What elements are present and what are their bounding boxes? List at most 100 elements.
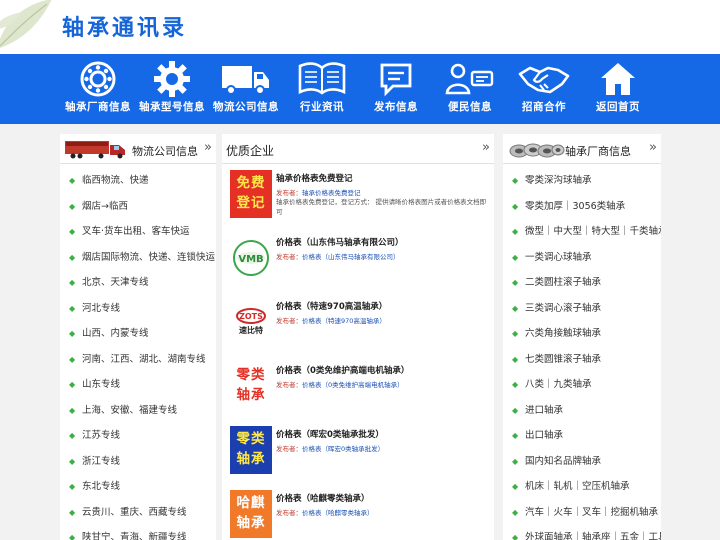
list-item[interactable]: ◆ 零类加厚｜3056类轴承 bbox=[503, 194, 661, 220]
entry-publisher: 发布者：价格表（哈麒零类轴承） bbox=[276, 507, 374, 517]
featured-list: 免费登记 轴承价格表免费登记 发布者：轴承价格表免费登记 轴承价格表免费登记，登记方式… bbox=[222, 164, 494, 540]
site-logo[interactable]: 轴承通讯录 bbox=[62, 10, 187, 42]
list-item[interactable]: ◆ 零类深沟球轴承 bbox=[503, 168, 661, 194]
list-item[interactable]: ◆ 江苏专线 bbox=[60, 423, 216, 449]
featured-entry[interactable]: 零类轴承 价格表（0类免维护高端电机轴承） 发布者：价格表（0类免维护高端电机轴承） bbox=[222, 362, 494, 426]
nav-item-bearing-models[interactable]: 轴承型号信息 bbox=[132, 54, 212, 124]
list-item[interactable]: ◆ 进口轴承 bbox=[503, 398, 661, 424]
publisher-name[interactable]: 价格表（特速970高温轴承） bbox=[302, 317, 386, 325]
site-header: 轴承通讯录 bbox=[0, 0, 720, 54]
list-item[interactable]: ◆ 烟店国际物流、快递、连锁快运 bbox=[60, 245, 216, 271]
bullet-icon: ◆ bbox=[69, 303, 76, 313]
list-item[interactable]: ◆ 国内知名品牌轴承 bbox=[503, 449, 661, 475]
bullet-icon: ◆ bbox=[69, 201, 76, 211]
entry-title[interactable]: 轴承价格表免费登记 bbox=[276, 172, 353, 184]
leaf-decoration-icon bbox=[0, 0, 52, 48]
entry-thumbnail[interactable]: 零类轴承 bbox=[230, 362, 272, 410]
list-item[interactable]: ◆ 七类圆锥滚子轴承 bbox=[503, 347, 661, 373]
nav-item-industry-news[interactable]: 行业资讯 bbox=[282, 54, 362, 124]
list-item[interactable]: ◆ 机床｜轧机｜空压机轴承 bbox=[503, 474, 661, 500]
more-link[interactable]: » bbox=[204, 140, 212, 155]
publisher-label: 发布者： bbox=[276, 253, 302, 261]
bullet-icon: ◆ bbox=[512, 227, 519, 236]
entry-title[interactable]: 价格表（特速970高温轴承） bbox=[276, 300, 387, 312]
entry-title[interactable]: 价格表（晖宏0类轴承批发） bbox=[276, 428, 384, 440]
list-item[interactable]: ◆ 山东专线 bbox=[60, 372, 216, 398]
publisher-name[interactable]: 价格表（晖宏0类轴承批发） bbox=[302, 445, 384, 453]
list-item[interactable]: ◆ 叉车·货车出租、客车快运 bbox=[60, 219, 216, 245]
message-icon bbox=[380, 63, 412, 97]
list-item[interactable]: ◆ 河南、江西、湖北、湖南专线 bbox=[60, 347, 216, 373]
list-item[interactable]: ◆ 河北专线 bbox=[60, 296, 216, 322]
nav-item-bearing-makers[interactable]: 轴承厂商信息 bbox=[58, 54, 138, 124]
featured-entry[interactable]: ZOTS 速比特 价格表（特速970高温轴承） 发布者：价格表（特速970高温轴承） bbox=[222, 298, 494, 362]
list-item[interactable]: ◆ 二类圆柱滚子轴承 bbox=[503, 270, 661, 296]
nav-item-cooperation[interactable]: 招商合作 bbox=[504, 54, 584, 124]
list-item[interactable]: ◆ 六类角接触球轴承 bbox=[503, 321, 661, 347]
list-item[interactable]: ◆ 出口轴承 bbox=[503, 423, 661, 449]
list-item[interactable]: ◆ 北京、天津专线 bbox=[60, 270, 216, 296]
bullet-icon: ◆ bbox=[69, 482, 76, 491]
nav-item-publish[interactable]: 发布信息 bbox=[356, 54, 436, 124]
entry-thumbnail[interactable]: 免费登记 bbox=[230, 170, 272, 218]
list-item-label: 三类调心滚子轴承 bbox=[525, 302, 602, 314]
person-card-icon bbox=[445, 63, 494, 95]
nav-label: 返回首页 bbox=[596, 101, 640, 113]
bearing-icon bbox=[80, 61, 116, 97]
nav-item-home[interactable]: 返回首页 bbox=[578, 54, 658, 124]
svg-text:速比特: 速比特 bbox=[239, 325, 263, 335]
publisher-name[interactable]: 价格表（0类免维护高端电机轴承） bbox=[302, 381, 404, 389]
entry-thumbnail[interactable]: 零类轴承 bbox=[230, 426, 272, 474]
list-item[interactable]: ◆ 八类｜九类轴承 bbox=[503, 372, 661, 398]
list-item-label: 八类｜九类轴承 bbox=[525, 379, 592, 390]
featured-entry[interactable]: VMB 价格表（山东伟马轴承有限公司） 发布者：价格表（山东伟马轴承有限公司） bbox=[222, 234, 494, 298]
featured-entry[interactable]: 零类轴承 价格表（晖宏0类轴承批发） 发布者：价格表（晖宏0类轴承批发） bbox=[222, 426, 494, 490]
thumbnail-text: 零类轴承 bbox=[236, 431, 266, 467]
list-item[interactable]: ◆ 汽车｜火车｜叉车｜挖掘机轴承 bbox=[503, 500, 661, 526]
entry-description: 轴承价格表免费登记，登记方式： 提供请晰价格表图片或者价格表文档即可 bbox=[276, 198, 487, 216]
entry-thumbnail[interactable]: VMB bbox=[230, 234, 272, 282]
nav-item-convenience[interactable]: 便民信息 bbox=[430, 54, 510, 124]
publisher-label: 发布者： bbox=[276, 317, 302, 325]
list-item[interactable]: ◆ 外球面轴承｜轴承座｜五金｜工具 bbox=[503, 525, 661, 540]
list-item[interactable]: ◆ 浙江专线 bbox=[60, 449, 216, 475]
more-link[interactable]: » bbox=[649, 140, 657, 155]
entry-title[interactable]: 价格表（山东伟马轴承有限公司） bbox=[276, 236, 404, 248]
nav-label: 物流公司信息 bbox=[213, 101, 279, 113]
publisher-label: 发布者： bbox=[276, 445, 302, 453]
list-item-label: 烟店国际物流、快递、连锁快运 bbox=[82, 251, 216, 263]
featured-entry[interactable]: 免费登记 轴承价格表免费登记 发布者：轴承价格表免费登记 轴承价格表免费登记，登记方式… bbox=[222, 170, 494, 234]
list-item[interactable]: ◆ 微型｜中大型｜特大型｜千类轴承 bbox=[503, 219, 661, 245]
list-item-label: 出口轴承 bbox=[525, 430, 564, 441]
nav-item-logistics[interactable]: 物流公司信息 bbox=[206, 54, 286, 124]
entry-thumbnail[interactable]: ZOTS 速比特 bbox=[230, 298, 272, 346]
entry-thumbnail[interactable]: 哈麒轴承 bbox=[230, 490, 272, 538]
publisher-name[interactable]: 价格表（山东伟马轴承有限公司） bbox=[302, 253, 400, 261]
list-item[interactable]: ◆ 陕甘宁、青海、新疆专线 bbox=[60, 525, 216, 540]
more-link[interactable]: » bbox=[482, 140, 490, 155]
publisher-name[interactable]: 价格表（哈麒零类轴承） bbox=[302, 509, 374, 517]
featured-entry[interactable]: 哈麒轴承 价格表（哈麒零类轴承） 发布者：价格表（哈麒零类轴承） bbox=[222, 490, 494, 540]
nav-label: 招商合作 bbox=[522, 101, 566, 113]
bullet-icon: ◆ bbox=[69, 431, 76, 440]
panel-header: 轴承厂商信息 » bbox=[503, 134, 661, 164]
bullet-icon: ◆ bbox=[512, 405, 519, 415]
publisher-name[interactable]: 轴承价格表免费登记 bbox=[302, 189, 361, 197]
list-item-label: 河北专线 bbox=[82, 302, 121, 314]
list-item[interactable]: ◆ 云贵川、重庆、西藏专线 bbox=[60, 500, 216, 526]
list-item[interactable]: ◆ 上海、安徽、福建专线 bbox=[60, 398, 216, 424]
list-item[interactable]: ◆ 三类调心滚子轴承 bbox=[503, 296, 661, 322]
svg-text:VMB: VMB bbox=[238, 254, 263, 265]
list-item[interactable]: ◆ 山西、内蒙专线 bbox=[60, 321, 216, 347]
entry-title[interactable]: 价格表（0类免维护高端电机轴承） bbox=[276, 364, 409, 376]
entry-title[interactable]: 价格表（哈麒零类轴承） bbox=[276, 492, 370, 504]
company-logo-icon: ZOTS 速比特 bbox=[236, 308, 266, 335]
list-item[interactable]: ◆ 烟店→临西 bbox=[60, 194, 216, 220]
list-item-label: 叉车·货车出租、客车快运 bbox=[82, 226, 190, 237]
list-item[interactable]: ◆ 东北专线 bbox=[60, 474, 216, 500]
list-item[interactable]: ◆ 临西物流、快递 bbox=[60, 168, 216, 194]
bullet-icon: ◆ bbox=[512, 533, 519, 540]
svg-text:ZOTS: ZOTS bbox=[239, 312, 263, 321]
bearing-makers-panel: 轴承厂商信息 » ◆ 零类深沟球轴承 ◆ 零类加厚｜3056类轴承 ◆ 微型｜中大型｜特大… bbox=[503, 134, 661, 540]
list-item[interactable]: ◆ 一类调心球轴承 bbox=[503, 245, 661, 271]
